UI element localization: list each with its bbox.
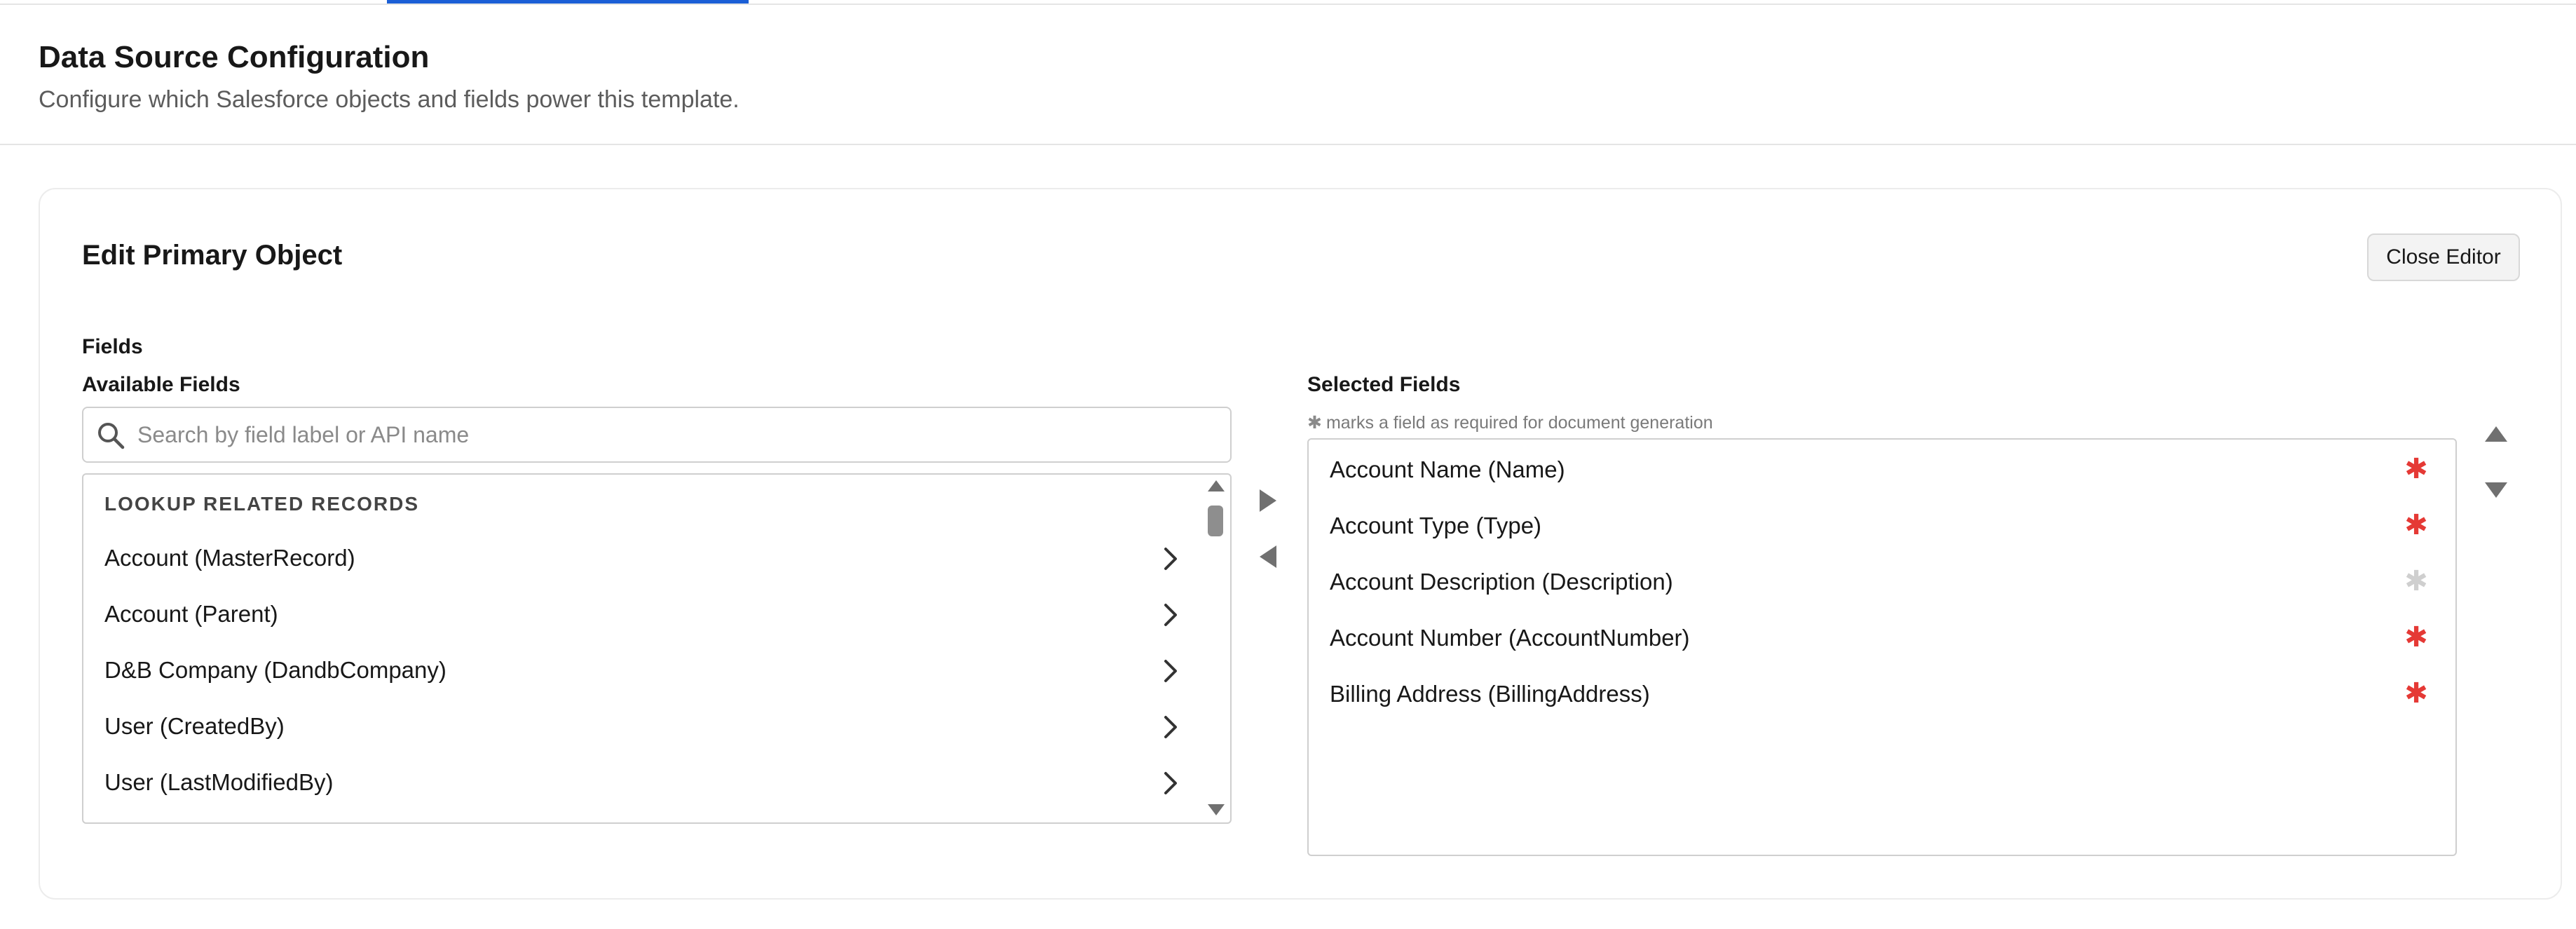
selected-fields-list[interactable]: Account Name (Name) ✱ Account Type (Type…: [1307, 438, 2457, 856]
available-item-label: Account (Parent): [104, 601, 278, 627]
editor-title: Edit Primary Object: [82, 240, 343, 271]
available-list-scrollbar[interactable]: [1199, 475, 1230, 822]
fields-section-label: Fields: [82, 335, 143, 358]
active-tab-indicator: [387, 0, 749, 4]
move-left-arrow-icon[interactable]: [1260, 545, 1276, 568]
available-item[interactable]: User (LastModifiedBy): [83, 755, 1191, 811]
required-star-icon[interactable]: ✱: [2402, 567, 2430, 595]
chevron-right-icon[interactable]: [1156, 769, 1184, 797]
available-item[interactable]: Account (MasterRecord): [83, 531, 1191, 587]
selected-item[interactable]: Account Number (AccountNumber) ✱: [1309, 609, 2455, 665]
scroll-up-arrow-icon[interactable]: [1208, 480, 1225, 491]
move-down-arrow-icon[interactable]: [2485, 482, 2507, 498]
selected-fields-label: Selected Fields: [1307, 373, 1461, 396]
available-fields-label: Available Fields: [82, 373, 240, 396]
selected-item[interactable]: Account Name (Name) ✱: [1309, 441, 2455, 497]
available-item[interactable]: Account (Parent): [83, 587, 1191, 643]
required-star-icon[interactable]: ✱: [2402, 679, 2430, 707]
required-hint: ✱ marks a field as required for document …: [1307, 412, 1713, 433]
field-search-input[interactable]: [136, 414, 1215, 456]
search-icon: [98, 423, 125, 449]
available-fields-list[interactable]: LOOKUP RELATED RECORDS Account (MasterRe…: [82, 473, 1232, 824]
required-star-icon[interactable]: ✱: [2402, 623, 2430, 651]
lookup-group-header: LOOKUP RELATED RECORDS: [104, 493, 419, 515]
move-up-arrow-icon[interactable]: [2485, 426, 2507, 442]
required-hint-text: marks a field as required for document g…: [1326, 413, 1713, 433]
field-search-box: [82, 407, 1232, 463]
available-item[interactable]: User (CreatedBy): [83, 699, 1191, 755]
selected-item-label: Account Description (Description): [1330, 569, 1673, 595]
required-hint-star-icon: ✱: [1307, 413, 1322, 433]
available-item-label: Account (MasterRecord): [104, 545, 355, 571]
page-title: Data Source Configuration: [39, 40, 430, 74]
selected-item[interactable]: Account Type (Type) ✱: [1309, 497, 2455, 553]
scroll-thumb[interactable]: [1208, 506, 1223, 536]
chevron-right-icon[interactable]: [1156, 713, 1184, 741]
available-item-label: User (LastModifiedBy): [104, 769, 334, 795]
available-item-label: User (CreatedBy): [104, 713, 285, 739]
selected-item-label: Account Number (AccountNumber): [1330, 625, 1690, 651]
scroll-down-arrow-icon[interactable]: [1208, 804, 1225, 815]
move-right-arrow-icon[interactable]: [1260, 489, 1276, 512]
top-tab-strip: [0, 0, 2576, 5]
close-editor-button[interactable]: Close Editor: [2367, 233, 2520, 281]
page-subtitle: Configure which Salesforce objects and f…: [39, 86, 740, 113]
selected-item-label: Account Name (Name): [1330, 456, 1565, 482]
selected-item[interactable]: Account Description (Description) ✱: [1309, 553, 2455, 609]
required-star-icon[interactable]: ✱: [2402, 455, 2430, 483]
available-item-label: D&B Company (DandbCompany): [104, 657, 447, 683]
available-item[interactable]: D&B Company (DandbCompany): [83, 643, 1191, 699]
chevron-right-icon[interactable]: [1156, 545, 1184, 573]
primary-object-editor: Edit Primary Object Close Editor Fields …: [39, 188, 2562, 900]
selected-item-label: Account Type (Type): [1330, 513, 1542, 538]
page-header: Data Source Configuration Configure whic…: [0, 5, 2576, 145]
selected-item[interactable]: Billing Address (BillingAddress) ✱: [1309, 665, 2455, 721]
chevron-right-icon[interactable]: [1156, 657, 1184, 685]
required-star-icon[interactable]: ✱: [2402, 511, 2430, 539]
selected-item-label: Billing Address (BillingAddress): [1330, 681, 1650, 707]
chevron-right-icon[interactable]: [1156, 601, 1184, 629]
